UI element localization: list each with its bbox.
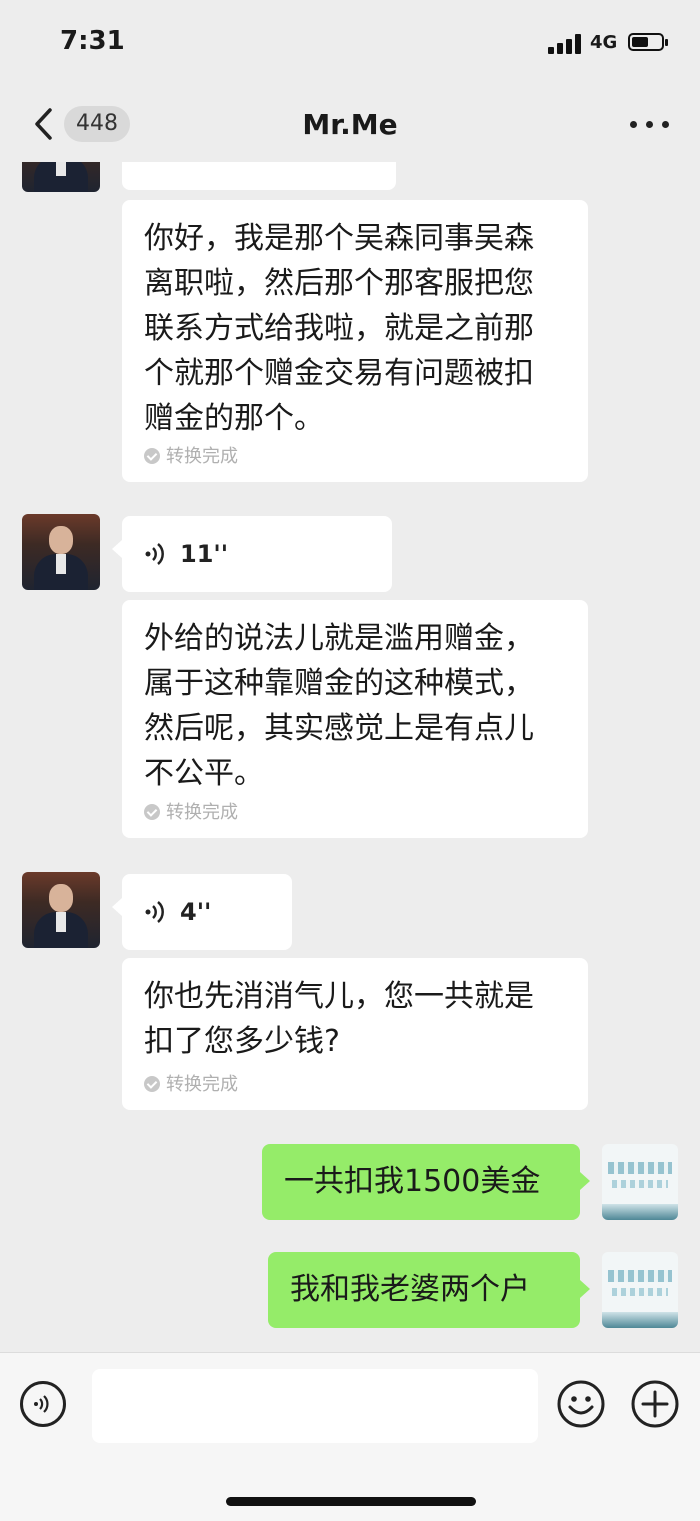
message-list[interactable]: 你好，我是那个吴森同事吴森 离职啦，然后那个那客服把您 联系方式给我啦，就是之前…: [0, 162, 700, 1352]
transcription-text: 你好，我是那个吴森同事吴森 离职啦，然后那个那客服把您 联系方式给我啦，就是之前…: [144, 221, 534, 436]
check-icon: [144, 448, 160, 464]
network-type: 4G: [590, 32, 618, 53]
more-actions-button[interactable]: [630, 1379, 680, 1429]
transcription-bubble[interactable]: 你好，我是那个吴森同事吴森 离职啦，然后那个那客服把您 联系方式给我啦，就是之前…: [122, 200, 588, 482]
voice-duration: 11'': [180, 540, 229, 568]
chat-title: Mr.Me: [302, 108, 398, 141]
status-time: 7:31: [60, 26, 125, 56]
my-message-bubble[interactable]: 我和我老婆两个户: [268, 1252, 590, 1328]
transcription-bubble[interactable]: 你也先消消气儿，您一共就是 扣了您多少钱? 转换完成: [122, 958, 588, 1110]
voice-message[interactable]: 11'': [112, 516, 392, 592]
voice-wave-icon: [145, 543, 164, 565]
contact-avatar[interactable]: [22, 162, 100, 192]
conversion-status: 转换完成: [144, 1070, 238, 1096]
conversion-status: 转换完成: [144, 798, 238, 824]
voice-duration: 4'': [180, 898, 212, 926]
transcription-text: 外给的说法儿就是滥用赠金， 属于这种靠赠金的这种模式， 然后呢，其实感觉上是有点…: [144, 621, 534, 791]
voice-input-button[interactable]: [20, 1381, 66, 1427]
home-indicator[interactable]: [226, 1497, 476, 1506]
my-avatar[interactable]: [602, 1252, 678, 1328]
contact-avatar[interactable]: [22, 872, 100, 948]
input-toolbar: [0, 1352, 700, 1521]
more-dots-icon: [630, 121, 637, 128]
smiley-icon: [557, 1380, 605, 1428]
emoji-button[interactable]: [556, 1379, 606, 1429]
my-message-bubble[interactable]: 一共扣我1500美金: [262, 1144, 590, 1220]
my-avatar[interactable]: [602, 1144, 678, 1220]
transcription-text: 你也先消消气儿，您一共就是 扣了您多少钱?: [144, 979, 534, 1059]
more-button[interactable]: [622, 108, 676, 140]
voice-wave-icon: [145, 901, 164, 923]
transcription-bubble[interactable]: 外给的说法儿就是滥用赠金， 属于这种靠赠金的这种模式， 然后呢，其实感觉上是有点…: [122, 600, 588, 838]
voice-wave-icon: [34, 1395, 49, 1413]
voice-message[interactable]: 4'': [112, 874, 292, 950]
plus-circle-icon: [631, 1380, 679, 1428]
contact-avatar[interactable]: [22, 514, 100, 590]
conversion-status: 转换完成: [144, 442, 238, 468]
battery-icon: [628, 33, 668, 51]
status-bar: 7:31 4G: [0, 0, 700, 90]
voice-message-partial[interactable]: [122, 162, 396, 190]
chat-header: 448 Mr.Me: [0, 90, 700, 162]
check-icon: [144, 804, 160, 820]
message-input[interactable]: [92, 1369, 538, 1443]
check-icon: [144, 1076, 160, 1092]
signal-icon: [548, 34, 584, 54]
